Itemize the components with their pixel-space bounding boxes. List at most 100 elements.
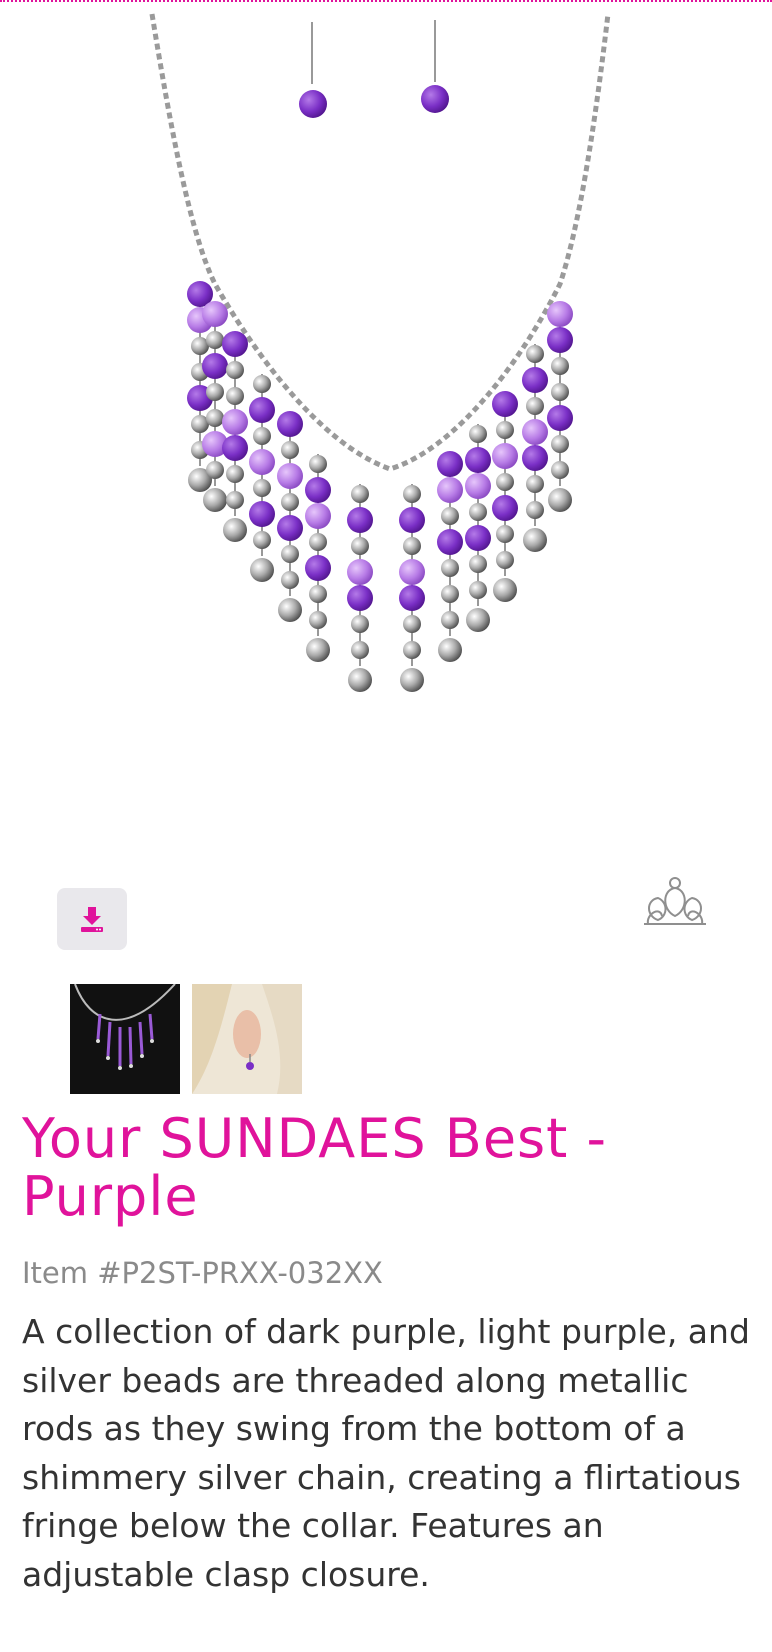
thumbnail-necklace[interactable] bbox=[70, 984, 180, 1094]
bead bbox=[547, 327, 573, 353]
bead bbox=[277, 463, 303, 489]
bead bbox=[249, 449, 275, 475]
bead bbox=[496, 525, 514, 543]
bead bbox=[309, 455, 327, 473]
bead-fringe bbox=[187, 281, 573, 692]
bead bbox=[399, 585, 425, 611]
bead bbox=[277, 411, 303, 437]
bead bbox=[226, 387, 244, 405]
bead bbox=[351, 537, 369, 555]
end-bead bbox=[278, 598, 302, 622]
bead bbox=[551, 435, 569, 453]
download-button[interactable] bbox=[57, 888, 127, 950]
bead bbox=[206, 461, 224, 479]
bead bbox=[492, 443, 518, 469]
bead bbox=[277, 515, 303, 541]
end-bead bbox=[250, 558, 274, 582]
bead bbox=[253, 479, 271, 497]
bead bbox=[249, 501, 275, 527]
bead bbox=[526, 397, 544, 415]
bead bbox=[222, 435, 248, 461]
bead bbox=[496, 473, 514, 491]
bead bbox=[253, 375, 271, 393]
bead bbox=[492, 495, 518, 521]
bead bbox=[347, 585, 373, 611]
thumbnail-strip bbox=[70, 984, 302, 1094]
bead bbox=[399, 507, 425, 533]
bead bbox=[551, 357, 569, 375]
bead bbox=[469, 555, 487, 573]
end-bead bbox=[400, 668, 424, 692]
bead bbox=[441, 611, 459, 629]
product-description: A collection of dark purple, light purpl… bbox=[22, 1312, 750, 1594]
bead bbox=[305, 477, 331, 503]
bead bbox=[399, 559, 425, 585]
bead bbox=[351, 641, 369, 659]
bead bbox=[441, 507, 459, 525]
end-bead bbox=[223, 518, 247, 542]
bead bbox=[522, 367, 548, 393]
end-bead bbox=[203, 488, 227, 512]
bead bbox=[305, 503, 331, 529]
end-bead bbox=[348, 668, 372, 692]
download-icon bbox=[81, 907, 103, 932]
bead bbox=[309, 585, 327, 603]
bead bbox=[309, 611, 327, 629]
bead bbox=[441, 559, 459, 577]
bead bbox=[249, 397, 275, 423]
bead bbox=[469, 581, 487, 599]
bead bbox=[437, 529, 463, 555]
bead bbox=[437, 451, 463, 477]
earrings bbox=[299, 20, 449, 118]
bead bbox=[222, 409, 248, 435]
end-bead bbox=[548, 488, 572, 512]
product-title: Your SUNDAES Best - Purple bbox=[22, 1107, 607, 1228]
bead bbox=[547, 301, 573, 327]
bead bbox=[547, 405, 573, 431]
necklace-illustration bbox=[149, 13, 611, 692]
bead bbox=[281, 545, 299, 563]
bead bbox=[526, 475, 544, 493]
bead bbox=[253, 427, 271, 445]
bead bbox=[226, 465, 244, 483]
end-bead bbox=[438, 638, 462, 662]
bead bbox=[551, 461, 569, 479]
item-number: Item #P2ST-PRXX-032XX bbox=[22, 1256, 383, 1290]
bead bbox=[253, 531, 271, 549]
bead bbox=[309, 533, 327, 551]
bead bbox=[465, 525, 491, 551]
end-bead bbox=[306, 638, 330, 662]
bead bbox=[469, 503, 487, 521]
bead bbox=[281, 441, 299, 459]
bead bbox=[226, 491, 244, 509]
bead bbox=[347, 507, 373, 533]
bead bbox=[351, 485, 369, 503]
bead bbox=[403, 537, 421, 555]
bead bbox=[206, 383, 224, 401]
thumbnail-earring[interactable] bbox=[192, 984, 302, 1094]
bead bbox=[202, 301, 228, 327]
bead bbox=[226, 361, 244, 379]
bead bbox=[522, 445, 548, 471]
bead bbox=[526, 501, 544, 519]
end-bead bbox=[466, 608, 490, 632]
bead bbox=[281, 493, 299, 511]
bead bbox=[522, 419, 548, 445]
bead bbox=[469, 425, 487, 443]
bead bbox=[206, 331, 224, 349]
bead bbox=[202, 353, 228, 379]
bead bbox=[281, 571, 299, 589]
bead bbox=[496, 551, 514, 569]
product-main-image[interactable] bbox=[0, 4, 772, 844]
bead bbox=[347, 559, 373, 585]
bead bbox=[206, 409, 224, 427]
bead bbox=[437, 477, 463, 503]
bead bbox=[403, 615, 421, 633]
bead bbox=[526, 345, 544, 363]
crown-icon bbox=[640, 876, 710, 932]
bead bbox=[222, 331, 248, 357]
bead bbox=[551, 383, 569, 401]
bead bbox=[465, 473, 491, 499]
bead bbox=[403, 641, 421, 659]
bead bbox=[441, 585, 459, 603]
